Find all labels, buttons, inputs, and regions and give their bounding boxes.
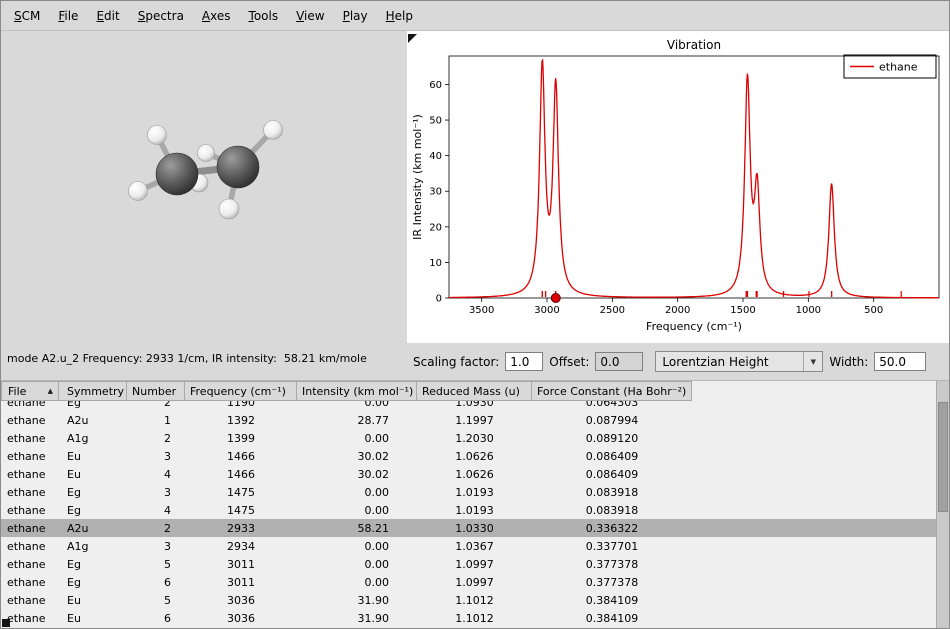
column-header-5[interactable]: Reduced Mass (u) (417, 381, 532, 401)
svg-text:60: 60 (429, 80, 442, 91)
table-row[interactable]: ethaneA1g213990.001.20300.089120 (1, 429, 936, 447)
offset-label: Offset: (549, 355, 589, 369)
menu-edit[interactable]: Edit (87, 5, 128, 27)
column-header-4[interactable]: Intensity (km mol⁻¹) (297, 381, 417, 401)
table-body: ethaneEg211900.001.09300.064303ethaneA2u… (1, 401, 936, 629)
scaling-factor-input[interactable] (505, 352, 543, 371)
svg-text:10: 10 (429, 258, 442, 269)
status-controls-band: mode A2.u_2 Frequency: 2933 1/cm, IR int… (1, 343, 949, 380)
mode-status-text: mode A2.u_2 Frequency: 2933 1/cm, IR int… (1, 343, 407, 380)
svg-text:3500: 3500 (469, 305, 494, 316)
column-header-6[interactable]: Force Constant (Ha Bohr⁻²) (532, 381, 692, 401)
svg-text:2500: 2500 (600, 305, 625, 316)
menu-axes[interactable]: Axes (193, 5, 240, 27)
hydrogen-atom (198, 145, 215, 162)
table-scrollbar[interactable] (936, 381, 949, 629)
spectrum-chart[interactable]: Vibration Frequency (cm⁻¹) IR Intensity … (407, 31, 950, 343)
svg-text:30: 30 (429, 187, 442, 198)
menu-help[interactable]: Help (377, 5, 422, 27)
table-row[interactable]: ethaneEu4146630.021.06260.086409 (1, 465, 936, 483)
width-input[interactable] (874, 352, 926, 371)
svg-text:500: 500 (864, 305, 883, 316)
carbon-atom (217, 146, 259, 188)
table-row[interactable]: ethaneEu6303631.901.10120.384109 (1, 609, 936, 627)
table-row[interactable]: ethaneEu3146630.021.06260.086409 (1, 447, 936, 465)
hydrogen-atom (219, 199, 239, 219)
sort-ascending-icon: ▲ (44, 387, 53, 395)
table-row[interactable]: ethaneA2u2293358.211.03300.336322 (1, 519, 936, 537)
table-row[interactable]: ethaneEg630110.001.09970.377378 (1, 573, 936, 591)
table-row[interactable]: ethaneEg211900.001.09300.064303 (1, 401, 936, 411)
molecule-viewer[interactable] (1, 31, 407, 343)
svg-text:1000: 1000 (796, 305, 821, 316)
column-header-3[interactable]: Frequency (cm⁻¹) (185, 381, 297, 401)
table-row[interactable]: ethaneA1g329340.001.03670.337701 (1, 537, 936, 555)
main-panes: Vibration Frequency (cm⁻¹) IR Intensity … (1, 31, 949, 343)
svg-text:50: 50 (429, 116, 442, 127)
svg-text:3000: 3000 (534, 305, 559, 316)
chart-title: Vibration (667, 38, 721, 52)
legend: ethane (844, 55, 936, 78)
width-label: Width: (829, 355, 868, 369)
menu-scm[interactable]: SCM (5, 5, 49, 27)
svg-text:0: 0 (436, 294, 442, 305)
chevron-down-icon: ▼ (803, 352, 822, 371)
menu-view[interactable]: View (287, 5, 333, 27)
menu-spectra[interactable]: Spectra (129, 5, 193, 27)
y-axis-label: IR Intensity (km mol⁻¹) (411, 114, 424, 240)
selected-mode-marker[interactable] (551, 294, 560, 303)
menu-play[interactable]: Play (334, 5, 377, 27)
legend-label: ethane (879, 61, 918, 74)
table-row[interactable]: ethaneEg414750.001.01930.083918 (1, 501, 936, 519)
x-axis-label: Frequency (cm⁻¹) (646, 320, 742, 333)
hydrogen-atom (264, 121, 283, 140)
spectrum-plot-panel[interactable]: Vibration Frequency (cm⁻¹) IR Intensity … (407, 31, 950, 343)
menu-file[interactable]: File (49, 5, 87, 27)
menu-tools[interactable]: Tools (240, 5, 288, 27)
svg-text:40: 40 (429, 151, 442, 162)
svg-text:20: 20 (429, 222, 442, 233)
hydrogen-atom (129, 182, 148, 201)
table-row[interactable]: ethaneEg530110.001.09970.377378 (1, 555, 936, 573)
hydrogen-atom (148, 126, 167, 145)
column-header-1[interactable]: Symmetry (59, 381, 127, 401)
column-header-0[interactable]: File▲ (1, 381, 59, 401)
table-row[interactable]: ethaneEg314750.001.01930.083918 (1, 483, 936, 501)
scrollbar-thumb[interactable] (938, 402, 948, 512)
column-header-2[interactable]: Number (127, 381, 185, 401)
svg-text:2000: 2000 (665, 305, 690, 316)
pane-sash-grip[interactable] (408, 34, 417, 43)
menu-bar: SCMFileEditSpectraAxesToolsViewPlayHelp (1, 1, 949, 31)
table-row[interactable]: ethaneEu5303631.901.10120.384109 (1, 591, 936, 609)
offset-input[interactable] (595, 352, 643, 371)
table-header: File▲SymmetryNumberFrequency (cm⁻¹)Inten… (1, 381, 949, 401)
modes-table: File▲SymmetryNumberFrequency (cm⁻¹)Inten… (1, 380, 949, 629)
plot-controls: Scaling factor: Offset: Lorentzian Heigh… (407, 343, 949, 380)
broadening-selected-value: Lorentzian Height (656, 355, 803, 369)
broadening-select[interactable]: Lorentzian Height ▼ (655, 351, 823, 372)
application-window: SCMFileEditSpectraAxesToolsViewPlayHelp (0, 0, 950, 629)
scaling-factor-label: Scaling factor: (413, 355, 499, 369)
molecule-3d-scene (1, 31, 407, 343)
pane-grip[interactable] (2, 619, 10, 627)
carbon-atom (156, 153, 198, 195)
svg-text:1500: 1500 (730, 305, 755, 316)
table-row[interactable]: ethaneA2u1139228.771.19970.087994 (1, 411, 936, 429)
